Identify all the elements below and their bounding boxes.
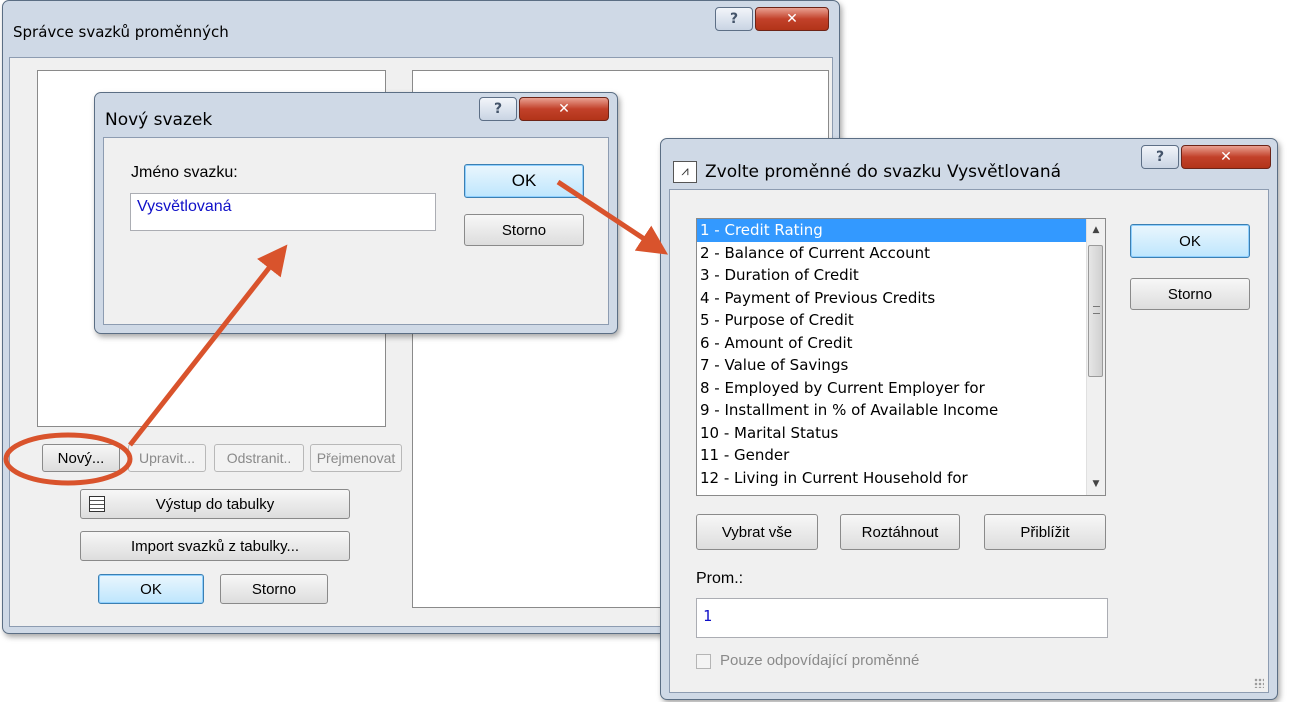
close-button[interactable]: ✕: [755, 7, 829, 31]
cancel-button[interactable]: Storno: [464, 214, 584, 246]
close-button[interactable]: ✕: [1181, 145, 1271, 169]
cancel-button[interactable]: Storno: [1130, 278, 1250, 310]
variables-list-item[interactable]: 3 - Duration of Credit: [697, 264, 1087, 287]
cancel-button[interactable]: Storno: [220, 574, 328, 604]
close-button[interactable]: ✕: [519, 97, 609, 121]
select-variables-title: Zvolte proměnné do svazku Vysvětlovaná: [705, 162, 1062, 182]
variables-list[interactable]: 1 - Credit Rating 2 - Balance of Current …: [696, 218, 1106, 496]
variables-list-item[interactable]: 1 - Credit Rating: [697, 219, 1087, 242]
new-bundle-button[interactable]: Nový...: [42, 444, 120, 472]
scroll-down-icon[interactable]: ▼: [1087, 475, 1105, 493]
variables-list-item[interactable]: 12 - Living in Current Household for: [697, 467, 1087, 490]
matching-only-checkbox[interactable]: [696, 654, 711, 669]
variables-list-item[interactable]: 10 - Marital Status: [697, 422, 1087, 445]
variables-label: Prom.:: [696, 570, 744, 587]
variables-list-item[interactable]: 8 - Employed by Current Employer for: [697, 377, 1087, 400]
expand-button[interactable]: Roztáhnout: [840, 514, 960, 550]
variables-list-item[interactable]: 9 - Installment in % of Available Income: [697, 399, 1087, 422]
variables-list-item[interactable]: 7 - Value of Savings: [697, 354, 1087, 377]
resize-grip-icon[interactable]: [1254, 678, 1264, 688]
remove-bundle-button[interactable]: Odstranit..: [214, 444, 304, 472]
app-icon: ⩘: [673, 161, 697, 183]
new-bundle-client: Jméno svazku: Vysvětlovaná OK Storno: [103, 137, 609, 325]
variables-input[interactable]: 1: [696, 598, 1108, 638]
help-button[interactable]: ?: [1141, 145, 1179, 169]
ok-button[interactable]: OK: [98, 574, 204, 604]
matching-only-label: Pouze odpovídající proměnné: [720, 652, 920, 669]
bundle-name-input[interactable]: Vysvětlovaná: [130, 193, 436, 231]
ok-button[interactable]: OK: [1130, 224, 1250, 258]
variables-list-item[interactable]: 6 - Amount of Credit: [697, 332, 1087, 355]
table-icon: [89, 496, 105, 512]
bundle-manager-title: Správce svazků proměnných: [13, 23, 229, 41]
export-to-table-label: Výstup do tabulky: [155, 495, 275, 513]
select-all-button[interactable]: Vybrat vše: [696, 514, 818, 550]
rename-bundle-button[interactable]: Přejmenovat: [310, 444, 402, 472]
ok-button[interactable]: OK: [464, 164, 584, 198]
bundle-name-label: Jméno svazku:: [131, 164, 238, 181]
variables-list-item[interactable]: 2 - Balance of Current Account: [697, 242, 1087, 265]
export-to-table-button[interactable]: Výstup do tabulky: [80, 489, 350, 519]
help-button[interactable]: ?: [479, 97, 517, 121]
scroll-thumb[interactable]: [1088, 245, 1103, 377]
new-bundle-dialog: Nový svazek ? ✕ Jméno svazku: Vysvětlova…: [94, 92, 618, 334]
variables-list-item[interactable]: 4 - Payment of Previous Credits: [697, 287, 1087, 310]
variables-scrollbar[interactable]: ▲ ▼: [1086, 219, 1105, 495]
new-bundle-title: Nový svazek: [105, 110, 213, 130]
grip-icon: [1093, 306, 1100, 314]
help-button[interactable]: ?: [715, 7, 753, 31]
edit-bundle-button[interactable]: Upravit...: [128, 444, 206, 472]
variables-list-item[interactable]: 5 - Purpose of Credit: [697, 309, 1087, 332]
variables-list-item[interactable]: 11 - Gender: [697, 444, 1087, 467]
select-variables-dialog: ⩘ Zvolte proměnné do svazku Vysvětlovaná…: [660, 138, 1278, 700]
select-variables-client: 1 - Credit Rating 2 - Balance of Current …: [669, 189, 1269, 693]
zoom-button[interactable]: Přiblížit: [984, 514, 1106, 550]
scroll-up-icon[interactable]: ▲: [1087, 221, 1105, 239]
import-bundles-button[interactable]: Import svazků z tabulky...: [80, 531, 350, 561]
